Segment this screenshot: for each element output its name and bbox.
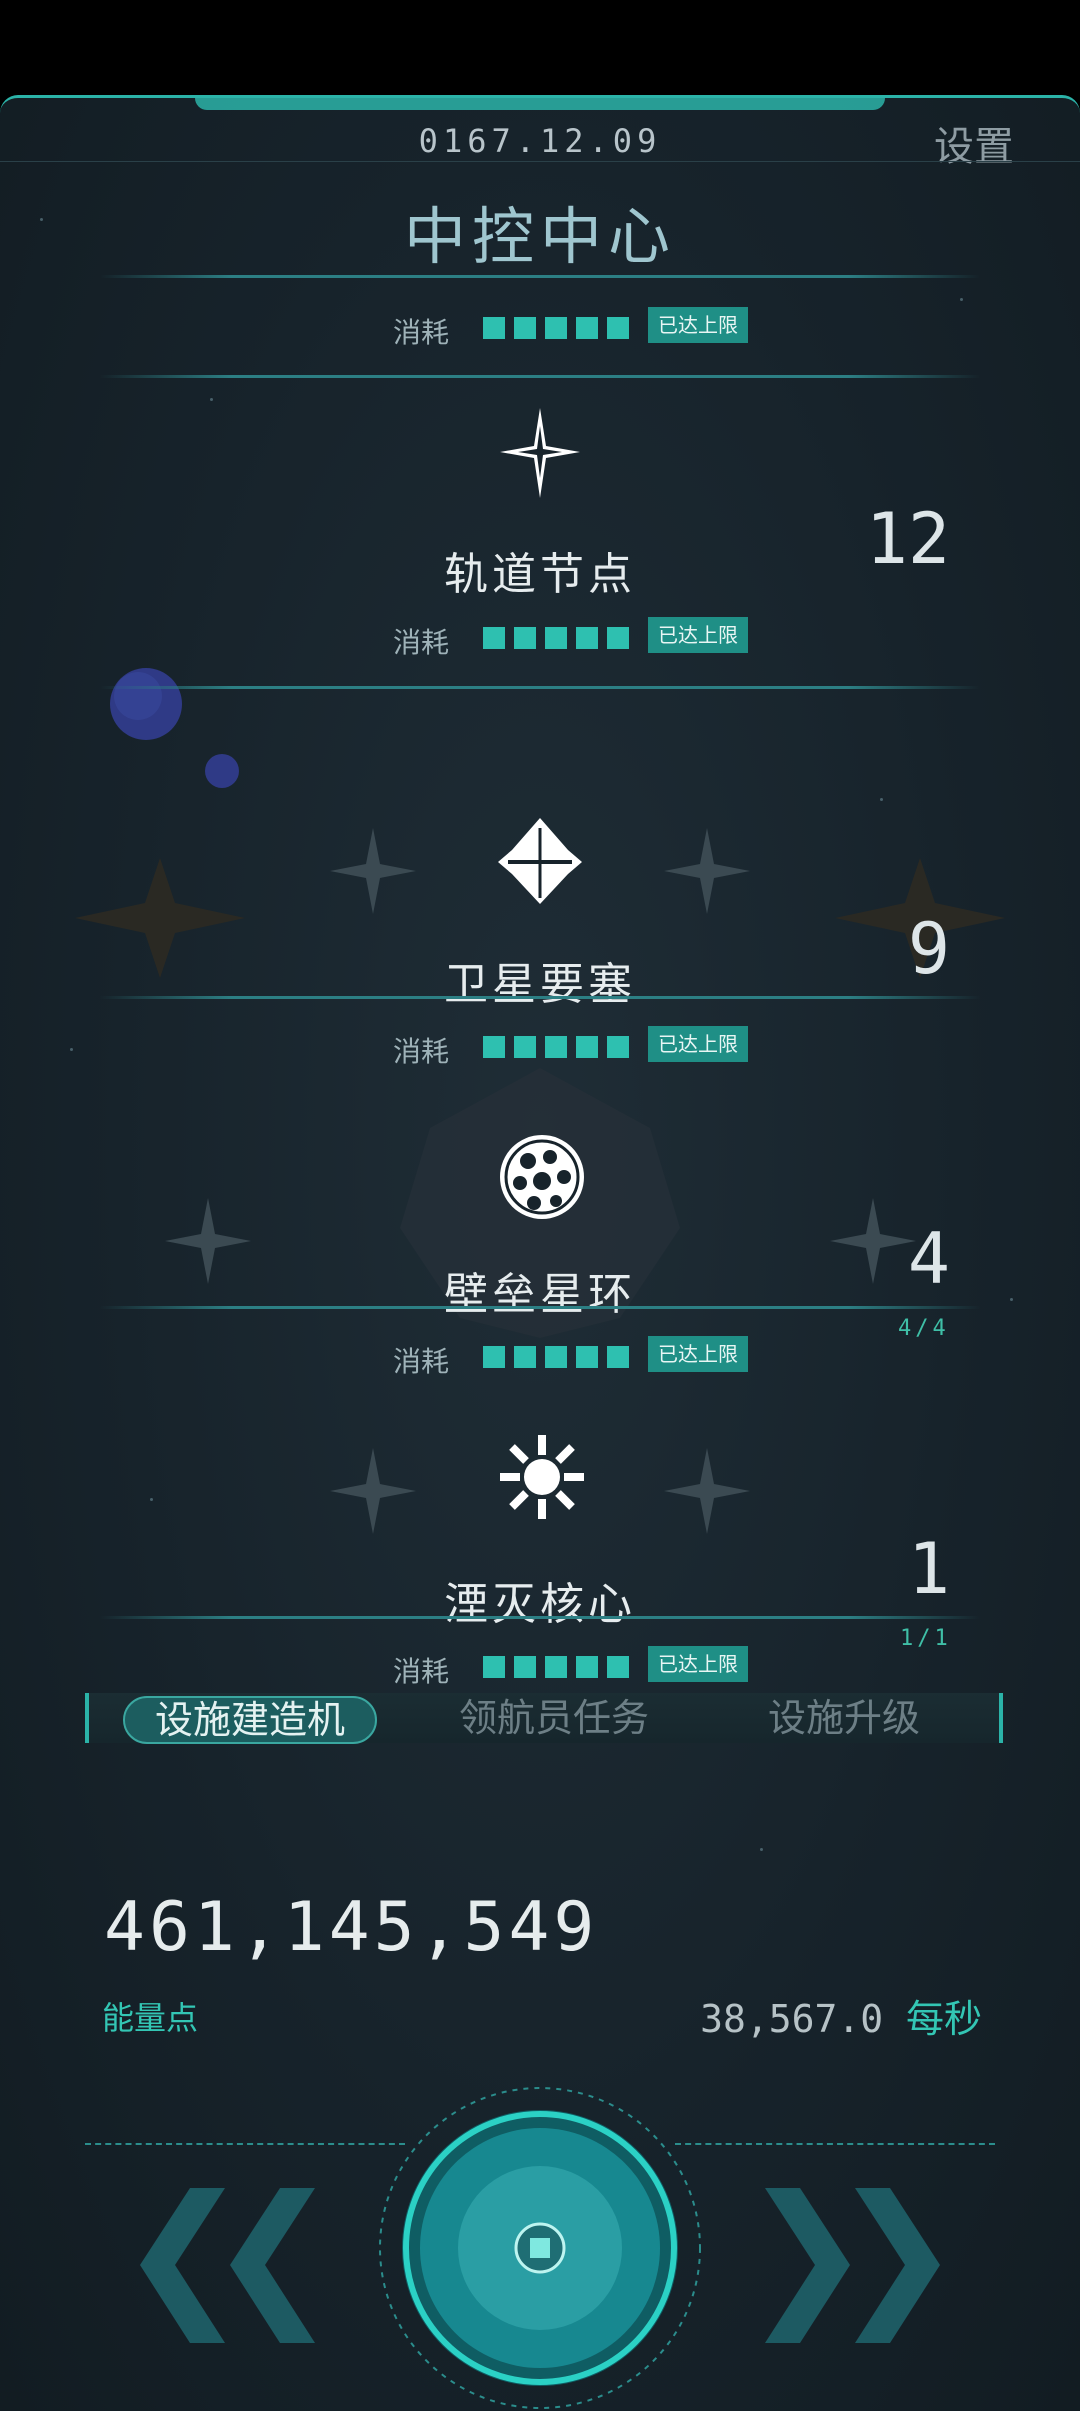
- header-divider: [0, 161, 1080, 162]
- cost-label: 消耗: [393, 1655, 450, 1688]
- star: [210, 398, 213, 401]
- energy-label: 能量点: [102, 1999, 199, 2037]
- cost-pip: [483, 627, 505, 649]
- facility-count: 1: [907, 1528, 950, 1610]
- cost-pip: [607, 317, 629, 339]
- cost-pip: [514, 317, 536, 339]
- energy-rate: 38,567.0 每秒: [700, 1988, 982, 2043]
- compass-star-icon: [500, 408, 580, 498]
- tab-navigator-missions[interactable]: 领航员任务: [429, 1693, 679, 1743]
- limit-badge: 已达上限: [648, 1646, 748, 1682]
- sphere-ring-icon: [500, 1135, 584, 1219]
- divider: [100, 375, 980, 378]
- divider: [100, 686, 980, 689]
- cost-pip: [483, 1656, 505, 1678]
- cost-pip: [576, 317, 598, 339]
- cost-pip: [514, 1656, 536, 1678]
- drone-icon: [330, 1448, 416, 1534]
- main-panel: 0167.12.09 设置 中控中心 消耗 已达上限 轨道节点 12 消耗 已达…: [0, 95, 1080, 2411]
- star: [960, 298, 963, 301]
- settings-button[interactable]: 设置: [934, 114, 1014, 172]
- tab-facility-builder[interactable]: 设施建造机: [123, 1696, 377, 1744]
- divider: [100, 275, 980, 278]
- cost-pip: [607, 627, 629, 649]
- cost-pip: [607, 1656, 629, 1678]
- dashed-line: [675, 2143, 995, 2145]
- cost-pip: [576, 1656, 598, 1678]
- energy-rate-value: 38,567.0: [700, 1997, 884, 2041]
- left-double-chevron-icon[interactable]: [100, 2188, 315, 2343]
- cost-pip: [576, 627, 598, 649]
- cost-pip: [545, 1656, 567, 1678]
- game-date: 0167.12.09: [418, 122, 662, 160]
- divider: [100, 996, 980, 999]
- main-tap-button-icon[interactable]: [375, 2083, 705, 2411]
- cost-label: 消耗: [393, 626, 450, 659]
- cost-pip: [514, 627, 536, 649]
- top-accent: [195, 98, 885, 110]
- divider: [100, 1306, 980, 1309]
- tab-facility-upgrade[interactable]: 设施升级: [729, 1693, 959, 1743]
- energy-rate-unit: 每秒: [905, 1997, 982, 2041]
- cost-pip: [545, 627, 567, 649]
- facility-count: 9: [907, 908, 950, 990]
- drone-icon: [664, 828, 750, 914]
- right-double-chevron-icon[interactable]: [765, 2188, 980, 2343]
- facility-sub-count: 1/1: [900, 1626, 952, 1651]
- annihilation-core-icon: [500, 1435, 584, 1519]
- dashed-line: [85, 2143, 405, 2145]
- top-cost-row: 消耗 已达上限: [0, 307, 1080, 349]
- facility-count: 4: [907, 1218, 950, 1300]
- cost-label: 消耗: [393, 316, 450, 349]
- star: [760, 1848, 763, 1851]
- cost-row: 消耗 已达上限: [0, 1646, 1080, 1688]
- limit-badge: 已达上限: [648, 617, 748, 653]
- cost-row: 消耗 已达上限: [0, 617, 1080, 659]
- drone-icon: [664, 1448, 750, 1534]
- cost-pip: [483, 317, 505, 339]
- limit-badge: 已达上限: [648, 307, 748, 343]
- divider: [100, 1616, 980, 1619]
- tab-bar: 设施建造机 领航员任务 设施升级: [85, 1693, 1003, 1744]
- energy-value: 461,145,549: [104, 1888, 599, 1967]
- drone-icon: [330, 828, 416, 914]
- cost-pip: [545, 317, 567, 339]
- satellite-fortress-icon: [498, 818, 582, 904]
- page-title: 中控中心: [403, 200, 676, 273]
- facility-count: 12: [865, 498, 950, 580]
